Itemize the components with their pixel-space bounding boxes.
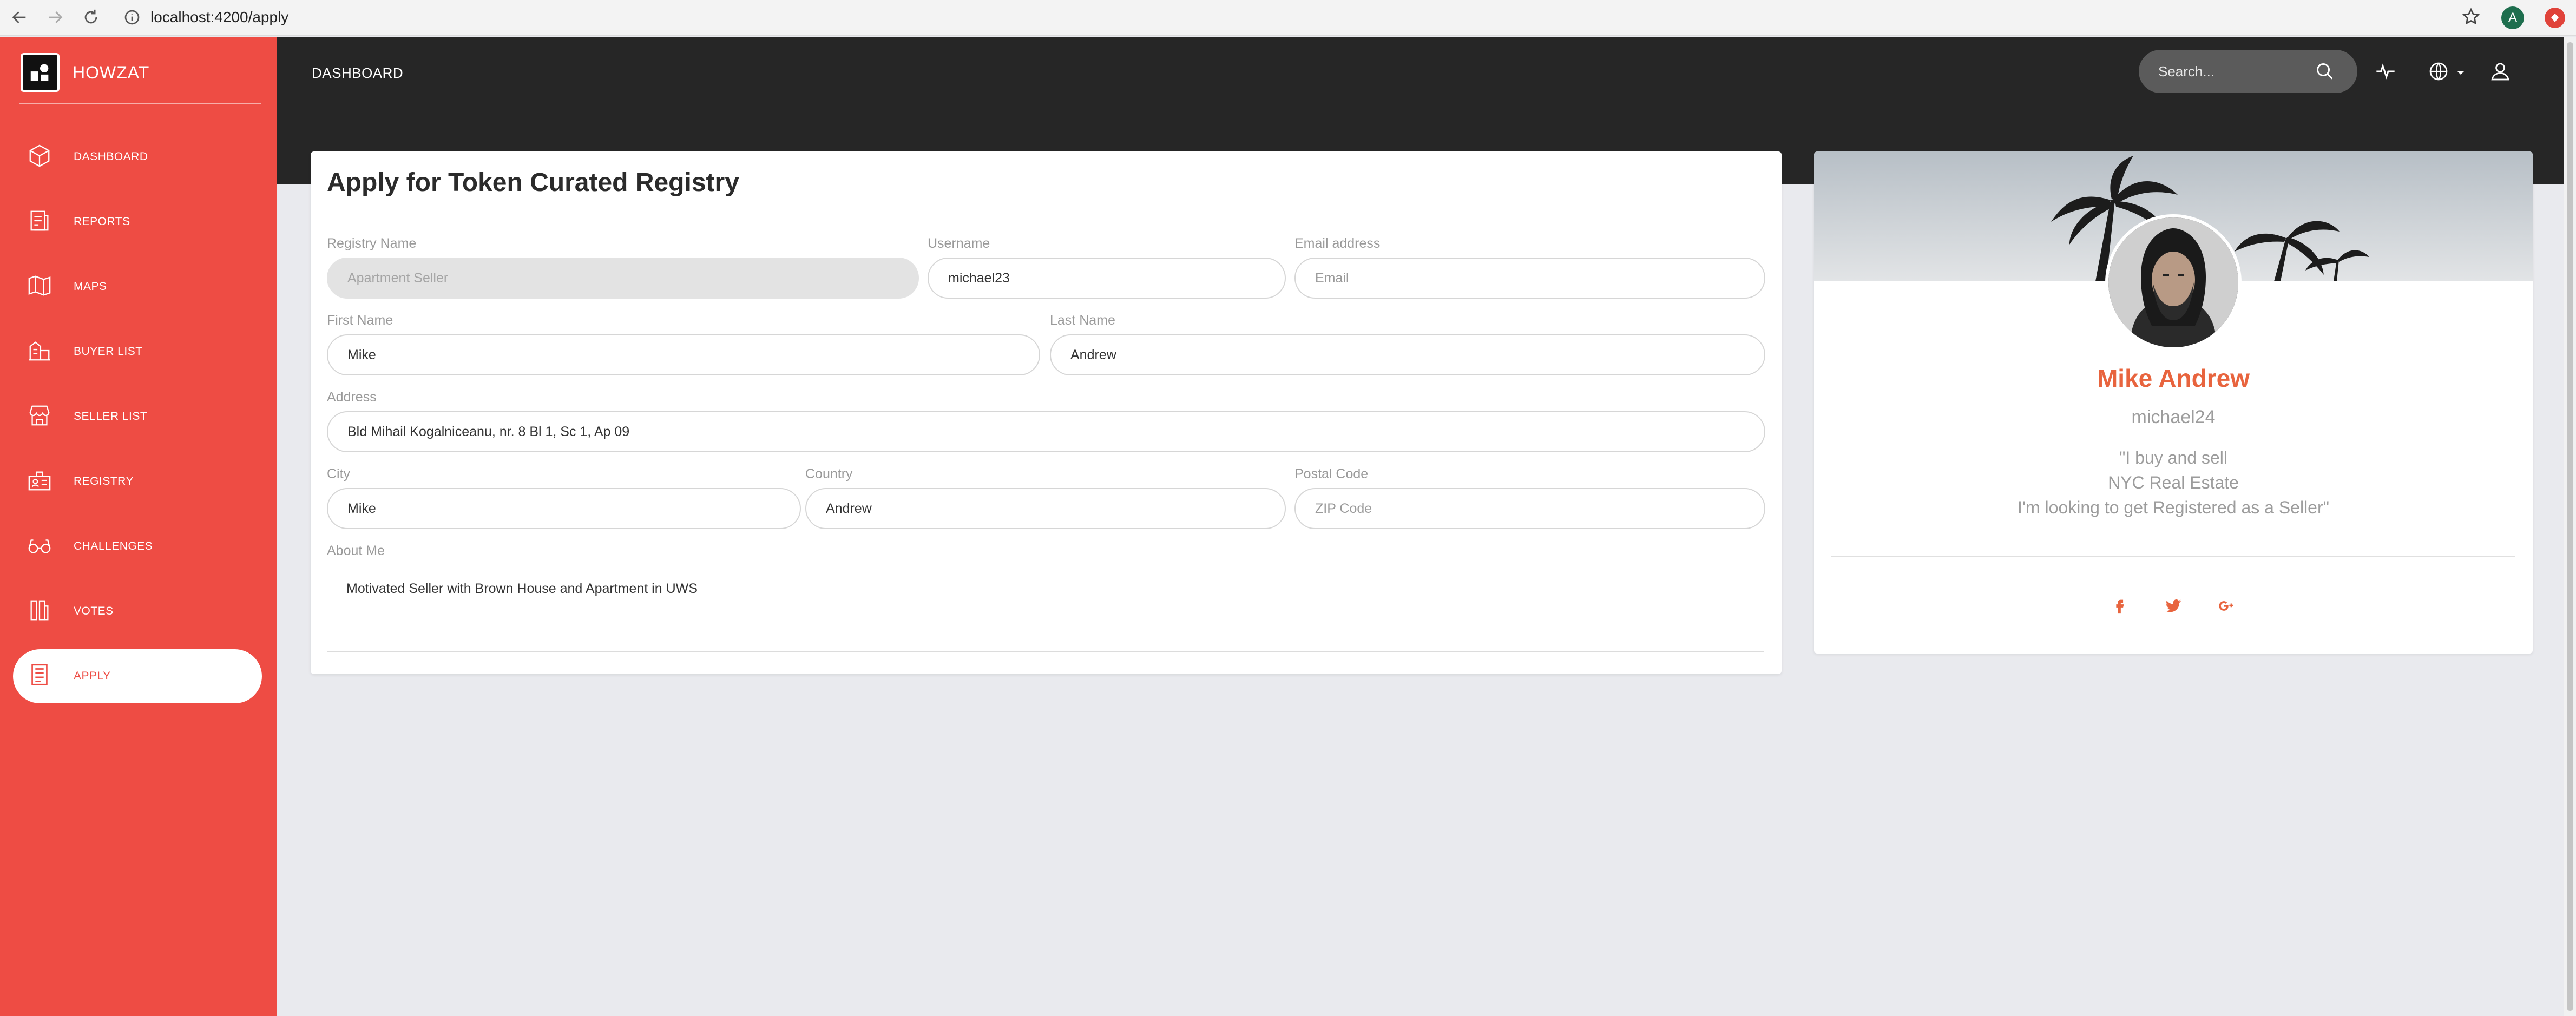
username-field[interactable]: [928, 258, 1286, 299]
extension-icon[interactable]: [2545, 8, 2565, 28]
about-me-textarea[interactable]: Motivated Seller with Brown House and Ap…: [346, 581, 698, 597]
globe-icon[interactable]: [2428, 61, 2449, 85]
sidebar-menu: DASHBOARD REPORTS MAPS BUYER LIST SELLER…: [13, 130, 262, 714]
sidebar-item-seller-list[interactable]: SELLER LIST: [13, 390, 262, 444]
profile-avatar[interactable]: [2105, 214, 2242, 351]
document-icon: [27, 663, 52, 690]
first-name-label: First Name: [327, 313, 393, 328]
reload-button[interactable]: [75, 1, 107, 34]
sidebar: HOWZAT DASHBOARD REPORTS MAPS BUYER LIST…: [0, 37, 277, 1016]
bookmark-star-icon[interactable]: [2461, 7, 2481, 29]
user-icon[interactable]: [2489, 61, 2511, 85]
profile-bio-line: "I buy and sell: [2119, 448, 2227, 467]
sidebar-item-apply[interactable]: APPLY: [13, 649, 262, 703]
textarea-underline: [327, 651, 1764, 652]
form-title: Apply for Token Curated Registry: [327, 168, 739, 197]
profile-bio-line: I'm looking to get Registered as a Selle…: [2018, 498, 2329, 517]
arrow-left-icon: [12, 11, 26, 23]
registry-icon: [27, 468, 52, 496]
sidebar-item-label: VOTES: [74, 605, 114, 617]
sidebar-item-challenges[interactable]: CHALLENGES: [13, 519, 262, 573]
postal-code-field[interactable]: [1294, 488, 1765, 529]
info-icon: [124, 10, 140, 25]
brand[interactable]: HOWZAT: [21, 53, 149, 92]
sidebar-item-label: CHALLENGES: [74, 540, 153, 552]
about-me-label: About Me: [327, 543, 385, 558]
city-label: City: [327, 466, 351, 481]
profile-divider: [1831, 556, 2515, 557]
country-field[interactable]: [805, 488, 1286, 529]
search-input[interactable]: [2158, 63, 2315, 80]
reload-icon: [84, 9, 97, 24]
brand-name: HOWZAT: [73, 62, 150, 82]
city-field[interactable]: [327, 488, 801, 529]
address-label: Address: [327, 390, 377, 405]
sidebar-item-label: APPLY: [74, 670, 111, 682]
sidebar-item-label: DASHBOARD: [74, 150, 148, 163]
last-name-label: Last Name: [1050, 313, 1115, 328]
profile-username: michael24: [2131, 407, 2216, 427]
sidebar-item-label: SELLER LIST: [74, 410, 148, 423]
back-button[interactable]: [3, 1, 36, 34]
box-icon: [27, 143, 52, 171]
url-text: localhost:4200/apply: [150, 9, 289, 25]
scrollbar-thumb[interactable]: [2567, 42, 2573, 1011]
address-bar[interactable]: localhost:4200/apply: [123, 9, 288, 26]
browser-toolbar: localhost:4200/apply A: [0, 0, 2576, 36]
profile-bio-line: NYC Real Estate: [2108, 473, 2239, 492]
map-icon: [27, 273, 52, 301]
twitter-icon[interactable]: [2163, 595, 2184, 617]
sidebar-item-label: REGISTRY: [74, 475, 134, 487]
activity-icon[interactable]: [2375, 61, 2396, 85]
last-name-field[interactable]: [1050, 334, 1765, 375]
shop-icon: [27, 403, 52, 431]
sidebar-item-maps[interactable]: MAPS: [13, 260, 262, 314]
report-icon: [27, 208, 52, 236]
email-field[interactable]: [1294, 258, 1765, 299]
search-box: [2139, 50, 2357, 93]
profile-name: Mike Andrew: [2097, 364, 2250, 392]
sidebar-item-reports[interactable]: REPORTS: [13, 195, 262, 249]
buyer-list-icon: [27, 338, 52, 366]
sidebar-item-dashboard[interactable]: DASHBOARD: [13, 130, 262, 184]
first-name-field[interactable]: [327, 334, 1040, 375]
sidebar-item-buyer-list[interactable]: BUYER LIST: [13, 325, 262, 379]
username-label: Username: [928, 236, 990, 251]
user-profile-card: Mike Andrew michael24 "I buy and sell NY…: [1814, 151, 2533, 654]
browser-profile-avatar[interactable]: A: [2501, 6, 2524, 29]
google-plus-icon[interactable]: [2217, 595, 2238, 617]
glasses-icon: [27, 533, 52, 560]
page-title[interactable]: DASHBOARD: [312, 65, 403, 82]
address-field[interactable]: [327, 411, 1765, 452]
search-icon[interactable]: [2315, 62, 2335, 81]
arrow-right-icon: [49, 11, 63, 23]
page-scrollbar[interactable]: [2564, 37, 2576, 1016]
sidebar-divider: [19, 103, 261, 104]
sidebar-item-votes[interactable]: VOTES: [13, 584, 262, 638]
facebook-icon[interactable]: [2108, 595, 2130, 617]
registry-name-field: [327, 258, 919, 299]
forward-button[interactable]: [39, 1, 71, 34]
brand-logo-icon: [21, 53, 60, 92]
sidebar-item-label: REPORTS: [74, 215, 130, 228]
sidebar-item-registry[interactable]: REGISTRY: [13, 454, 262, 509]
sidebar-item-label: MAPS: [74, 280, 107, 293]
registry-name-label: Registry Name: [327, 236, 417, 251]
country-label: Country: [805, 466, 853, 481]
apply-form-card: Apply for Token Curated Registry Registr…: [311, 151, 1782, 674]
votes-icon: [27, 598, 52, 625]
chevron-down-icon[interactable]: [2456, 68, 2466, 81]
sidebar-item-label: BUYER LIST: [74, 345, 143, 358]
postal-code-label: Postal Code: [1294, 466, 1369, 481]
email-label: Email address: [1294, 236, 1381, 251]
